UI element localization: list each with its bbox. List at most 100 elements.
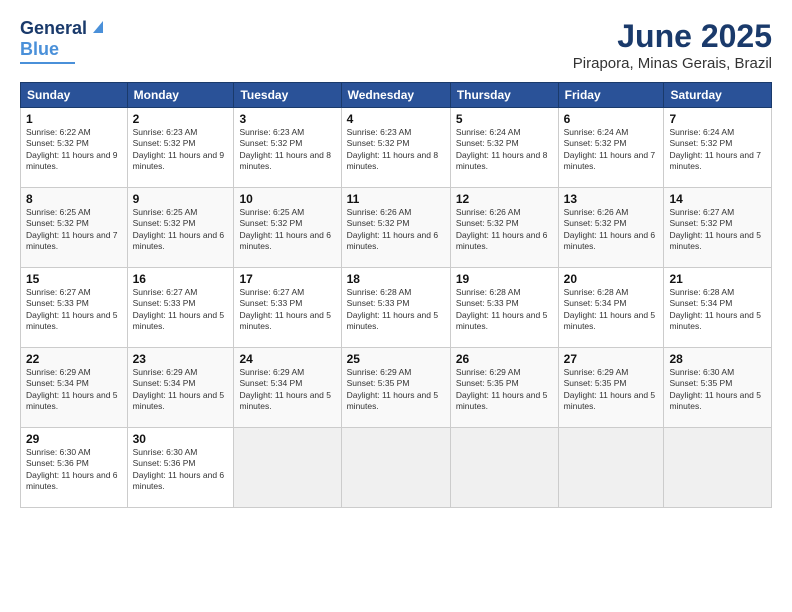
day-number: 2 [133,112,229,126]
day-number: 26 [456,352,553,366]
day-number: 6 [564,112,659,126]
table-row: 25Sunrise: 6:29 AMSunset: 5:35 PMDayligh… [341,348,450,428]
table-row: 20Sunrise: 6:28 AMSunset: 5:34 PMDayligh… [558,268,664,348]
day-info: Sunrise: 6:29 AMSunset: 5:34 PMDaylight:… [133,367,229,413]
title-area: June 2025 Pirapora, Minas Gerais, Brazil [573,18,772,72]
page: General Blue June 2025 Pirapora, Minas G… [0,0,792,612]
day-number: 19 [456,272,553,286]
table-row: 21Sunrise: 6:28 AMSunset: 5:34 PMDayligh… [664,268,772,348]
calendar-week-row: 15Sunrise: 6:27 AMSunset: 5:33 PMDayligh… [21,268,772,348]
day-number: 24 [239,352,335,366]
day-number: 22 [26,352,122,366]
logo-blue: Blue [20,39,59,60]
table-row: 24Sunrise: 6:29 AMSunset: 5:34 PMDayligh… [234,348,341,428]
day-info: Sunrise: 6:25 AMSunset: 5:32 PMDaylight:… [26,207,122,253]
day-info: Sunrise: 6:26 AMSunset: 5:32 PMDaylight:… [456,207,553,253]
day-info: Sunrise: 6:28 AMSunset: 5:34 PMDaylight:… [669,287,766,333]
logo-general: General [20,18,87,39]
day-info: Sunrise: 6:29 AMSunset: 5:35 PMDaylight:… [456,367,553,413]
day-info: Sunrise: 6:28 AMSunset: 5:33 PMDaylight:… [456,287,553,333]
table-row: 4Sunrise: 6:23 AMSunset: 5:32 PMDaylight… [341,108,450,188]
table-row [234,428,341,508]
day-info: Sunrise: 6:25 AMSunset: 5:32 PMDaylight:… [133,207,229,253]
col-wednesday: Wednesday [341,83,450,108]
day-number: 5 [456,112,553,126]
table-row: 10Sunrise: 6:25 AMSunset: 5:32 PMDayligh… [234,188,341,268]
day-info: Sunrise: 6:29 AMSunset: 5:35 PMDaylight:… [347,367,445,413]
table-row: 9Sunrise: 6:25 AMSunset: 5:32 PMDaylight… [127,188,234,268]
day-number: 12 [456,192,553,206]
calendar-week-row: 29Sunrise: 6:30 AMSunset: 5:36 PMDayligh… [21,428,772,508]
table-row: 15Sunrise: 6:27 AMSunset: 5:33 PMDayligh… [21,268,128,348]
table-row: 26Sunrise: 6:29 AMSunset: 5:35 PMDayligh… [450,348,558,428]
day-number: 18 [347,272,445,286]
day-number: 23 [133,352,229,366]
table-row [341,428,450,508]
col-sunday: Sunday [21,83,128,108]
day-number: 14 [669,192,766,206]
table-row: 6Sunrise: 6:24 AMSunset: 5:32 PMDaylight… [558,108,664,188]
day-info: Sunrise: 6:24 AMSunset: 5:32 PMDaylight:… [564,127,659,173]
table-row: 22Sunrise: 6:29 AMSunset: 5:34 PMDayligh… [21,348,128,428]
table-row: 3Sunrise: 6:23 AMSunset: 5:32 PMDaylight… [234,108,341,188]
day-number: 25 [347,352,445,366]
day-info: Sunrise: 6:25 AMSunset: 5:32 PMDaylight:… [239,207,335,253]
day-info: Sunrise: 6:26 AMSunset: 5:32 PMDaylight:… [564,207,659,253]
table-row [558,428,664,508]
table-row: 30Sunrise: 6:30 AMSunset: 5:36 PMDayligh… [127,428,234,508]
calendar-week-row: 22Sunrise: 6:29 AMSunset: 5:34 PMDayligh… [21,348,772,428]
calendar-week-row: 8Sunrise: 6:25 AMSunset: 5:32 PMDaylight… [21,188,772,268]
day-info: Sunrise: 6:30 AMSunset: 5:35 PMDaylight:… [669,367,766,413]
day-info: Sunrise: 6:28 AMSunset: 5:34 PMDaylight:… [564,287,659,333]
table-row: 1Sunrise: 6:22 AMSunset: 5:32 PMDaylight… [21,108,128,188]
day-number: 16 [133,272,229,286]
day-info: Sunrise: 6:27 AMSunset: 5:33 PMDaylight:… [26,287,122,333]
table-row: 14Sunrise: 6:27 AMSunset: 5:32 PMDayligh… [664,188,772,268]
table-row: 27Sunrise: 6:29 AMSunset: 5:35 PMDayligh… [558,348,664,428]
day-number: 30 [133,432,229,446]
table-row: 13Sunrise: 6:26 AMSunset: 5:32 PMDayligh… [558,188,664,268]
day-info: Sunrise: 6:27 AMSunset: 5:33 PMDaylight:… [239,287,335,333]
day-number: 28 [669,352,766,366]
day-number: 1 [26,112,122,126]
day-number: 15 [26,272,122,286]
day-number: 13 [564,192,659,206]
day-number: 9 [133,192,229,206]
table-row: 18Sunrise: 6:28 AMSunset: 5:33 PMDayligh… [341,268,450,348]
calendar-table: Sunday Monday Tuesday Wednesday Thursday… [20,82,772,508]
day-info: Sunrise: 6:29 AMSunset: 5:34 PMDaylight:… [26,367,122,413]
table-row: 16Sunrise: 6:27 AMSunset: 5:33 PMDayligh… [127,268,234,348]
table-row: 2Sunrise: 6:23 AMSunset: 5:32 PMDaylight… [127,108,234,188]
day-info: Sunrise: 6:27 AMSunset: 5:32 PMDaylight:… [669,207,766,253]
day-info: Sunrise: 6:23 AMSunset: 5:32 PMDaylight:… [239,127,335,173]
day-info: Sunrise: 6:24 AMSunset: 5:32 PMDaylight:… [456,127,553,173]
calendar-header-row: Sunday Monday Tuesday Wednesday Thursday… [21,83,772,108]
day-info: Sunrise: 6:23 AMSunset: 5:32 PMDaylight:… [133,127,229,173]
day-info: Sunrise: 6:29 AMSunset: 5:34 PMDaylight:… [239,367,335,413]
table-row: 5Sunrise: 6:24 AMSunset: 5:32 PMDaylight… [450,108,558,188]
day-number: 27 [564,352,659,366]
calendar-week-row: 1Sunrise: 6:22 AMSunset: 5:32 PMDaylight… [21,108,772,188]
day-info: Sunrise: 6:22 AMSunset: 5:32 PMDaylight:… [26,127,122,173]
day-info: Sunrise: 6:26 AMSunset: 5:32 PMDaylight:… [347,207,445,253]
day-number: 3 [239,112,335,126]
day-info: Sunrise: 6:27 AMSunset: 5:33 PMDaylight:… [133,287,229,333]
col-friday: Friday [558,83,664,108]
col-thursday: Thursday [450,83,558,108]
day-info: Sunrise: 6:28 AMSunset: 5:33 PMDaylight:… [347,287,445,333]
logo: General Blue [20,18,107,64]
header: General Blue June 2025 Pirapora, Minas G… [20,18,772,72]
table-row: 8Sunrise: 6:25 AMSunset: 5:32 PMDaylight… [21,188,128,268]
day-number: 4 [347,112,445,126]
table-row: 19Sunrise: 6:28 AMSunset: 5:33 PMDayligh… [450,268,558,348]
day-number: 21 [669,272,766,286]
day-number: 7 [669,112,766,126]
col-saturday: Saturday [664,83,772,108]
day-number: 29 [26,432,122,446]
day-info: Sunrise: 6:23 AMSunset: 5:32 PMDaylight:… [347,127,445,173]
table-row: 17Sunrise: 6:27 AMSunset: 5:33 PMDayligh… [234,268,341,348]
table-row: 23Sunrise: 6:29 AMSunset: 5:34 PMDayligh… [127,348,234,428]
logo-triangle-icon [89,17,107,35]
col-tuesday: Tuesday [234,83,341,108]
month-title: June 2025 [573,18,772,55]
